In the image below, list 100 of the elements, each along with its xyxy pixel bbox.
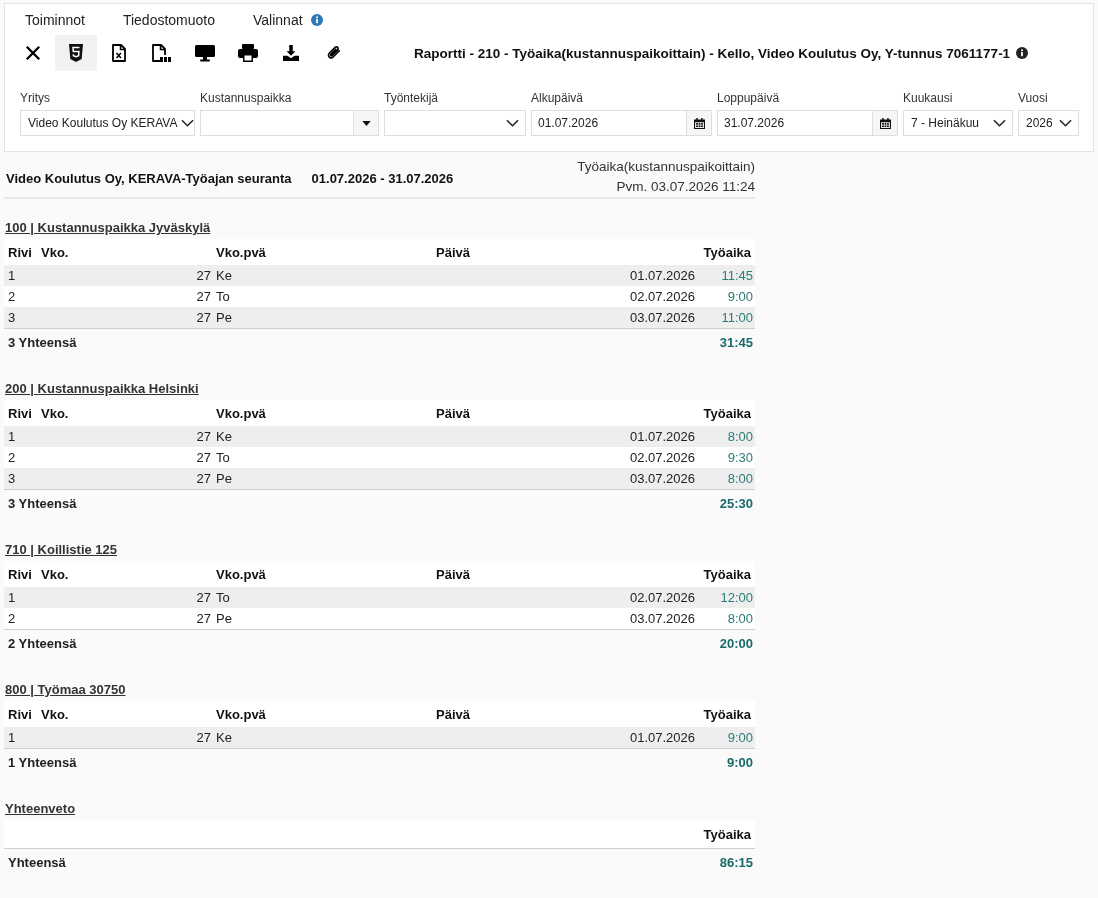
calendar-button[interactable] [686, 110, 712, 136]
table-cell-text: 27 [195, 450, 212, 465]
column-header: Päivä [435, 566, 471, 582]
menu-item[interactable]: Valinnat [253, 12, 323, 28]
column-header: Työaika [702, 244, 752, 260]
chevron-down-icon [181, 119, 195, 127]
info-icon [310, 14, 323, 26]
field-label: Työntekijä [384, 91, 440, 107]
table-cell-text: 03.07.2026 [628, 611, 696, 626]
table-cell-text: 01.07.2026 [628, 730, 696, 745]
select-field[interactable]: 2026 [1018, 110, 1079, 136]
table-cell-text: 03.07.2026 [628, 310, 696, 325]
table-cell-text: 27 [195, 471, 212, 486]
dropdown-button[interactable] [353, 110, 379, 136]
total-label: 3 Yhteensä [8, 495, 77, 511]
report-period: 01.07.2026 - 31.07.2026 [311, 170, 454, 186]
table-cell-text: 01.07.2026 [628, 268, 696, 283]
combo-input[interactable] [200, 110, 353, 136]
table-cell-text: 8:00 [726, 471, 754, 486]
report-type: Työaika(kustannuspaikoittain) [577, 158, 755, 176]
report-title: Video Koulutus Oy, KERAVA-Työajan seuranta [6, 170, 292, 186]
section-heading: Yhteenveto [5, 801, 76, 816]
calendar-icon [879, 117, 891, 129]
menu-item[interactable]: Tiedostomuoto [122, 12, 215, 28]
calendar-button[interactable] [872, 110, 898, 136]
table-cell-text: Ke [215, 730, 233, 745]
table-cell-text: To [215, 450, 231, 465]
table-cell-text: 1 [7, 429, 17, 444]
total-value: 20:00 [719, 635, 753, 651]
close-icon [25, 44, 41, 62]
section-heading: 100 | Kustannuspaikka Jyväskylä [5, 220, 211, 235]
column-header: Vko. [40, 405, 70, 421]
select-field[interactable] [384, 110, 526, 136]
table-cell-text: 3 [7, 310, 17, 325]
chevron-down-icon [1059, 119, 1072, 127]
table-cell-text: 02.07.2026 [628, 289, 696, 304]
total-label: 3 Yhteensä [8, 334, 77, 350]
total-label: Yhteensä [8, 854, 66, 870]
table-cell-text: 27 [195, 590, 212, 605]
table-cell-text: 1 [7, 590, 17, 605]
table-cell-text: 27 [195, 611, 212, 626]
table-cell-text: 03.07.2026 [628, 471, 696, 486]
menu-item[interactable]: Toiminnot [25, 12, 85, 28]
total-value: 31:45 [719, 334, 753, 350]
info-icon[interactable] [1016, 47, 1029, 59]
select-field[interactable]: Video Koulutus Oy KERAVA [20, 110, 195, 136]
html-export-button[interactable] [55, 35, 97, 71]
field-label: Vuosi [1018, 91, 1049, 107]
table-cell-text: 11:45 [720, 268, 754, 283]
table-cell-text: 12:00 [719, 590, 754, 605]
table-cell-text: 27 [195, 289, 212, 304]
column-header: Vko.pvä [215, 566, 267, 582]
table-cell-text: 9:30 [726, 450, 754, 465]
column-header: Päivä [435, 405, 471, 421]
section-heading: 800 | Työmaa 30750 [5, 682, 126, 697]
table-cell-text: 2 [7, 450, 17, 465]
table-cell-text: 8:00 [726, 429, 754, 444]
column-header: Vko. [40, 706, 70, 722]
select-field[interactable]: 7 - Heinäkuu [903, 110, 1013, 136]
table-cell-text: 2 [7, 289, 17, 304]
column-header: Rivi [7, 405, 33, 421]
table-cell-text: 9:00 [726, 730, 754, 745]
column-header: Vko.pvä [215, 244, 267, 260]
paperclip-icon [326, 44, 342, 62]
table-cell-text: To [215, 289, 231, 304]
report-timestamp: Pvm. 03.07.2026 11:24 [616, 178, 755, 196]
table-cell-text: 27 [195, 310, 212, 325]
table-cell-text: 9:00 [726, 289, 754, 304]
date-input[interactable]: 31.07.2026 [717, 110, 872, 136]
column-header: Vko. [40, 566, 70, 582]
download-icon [283, 44, 299, 62]
column-header: Rivi [7, 566, 33, 582]
field-label: Alkupäivä [531, 91, 585, 107]
total-value: 25:30 [719, 495, 753, 511]
total-label: 1 Yhteensä [8, 754, 77, 770]
chevron-down-icon [506, 119, 519, 127]
table-cell-text: 1 [7, 268, 17, 283]
field-label: Kuukausi [903, 91, 954, 107]
table-cell-text: 3 [7, 471, 17, 486]
column-header: Päivä [435, 706, 471, 722]
date-input[interactable]: 01.07.2026 [531, 110, 686, 136]
report-title-heading: Raportti - 210 - Työaika(kustannuspaikoittain) - Kello, Video Koulutus Oy, Y-tunnus 7061177-1 [414, 45, 1011, 61]
total-label: 2 Yhteensä [8, 635, 77, 651]
calendar-icon [693, 117, 705, 129]
table-cell-text: Ke [215, 429, 233, 444]
column-header: Päivä [435, 244, 471, 260]
column-header: Vko. [40, 244, 70, 260]
caret-down-icon [361, 120, 371, 126]
printer-icon [238, 44, 258, 62]
section-heading: 710 | Koillistie 125 [5, 542, 118, 557]
chevron-down-icon [993, 119, 1006, 127]
total-value: 86:15 [719, 854, 753, 870]
column-header: Vko.pvä [215, 405, 267, 421]
file-x-icon [111, 44, 127, 62]
column-header: Työaika [702, 566, 752, 582]
column-header: Työaika [702, 826, 752, 842]
table-cell-text: 01.07.2026 [628, 429, 696, 444]
field-label: Yritys [20, 91, 51, 107]
table-cell-text: 27 [195, 268, 212, 283]
html5-shield-icon [68, 44, 84, 62]
